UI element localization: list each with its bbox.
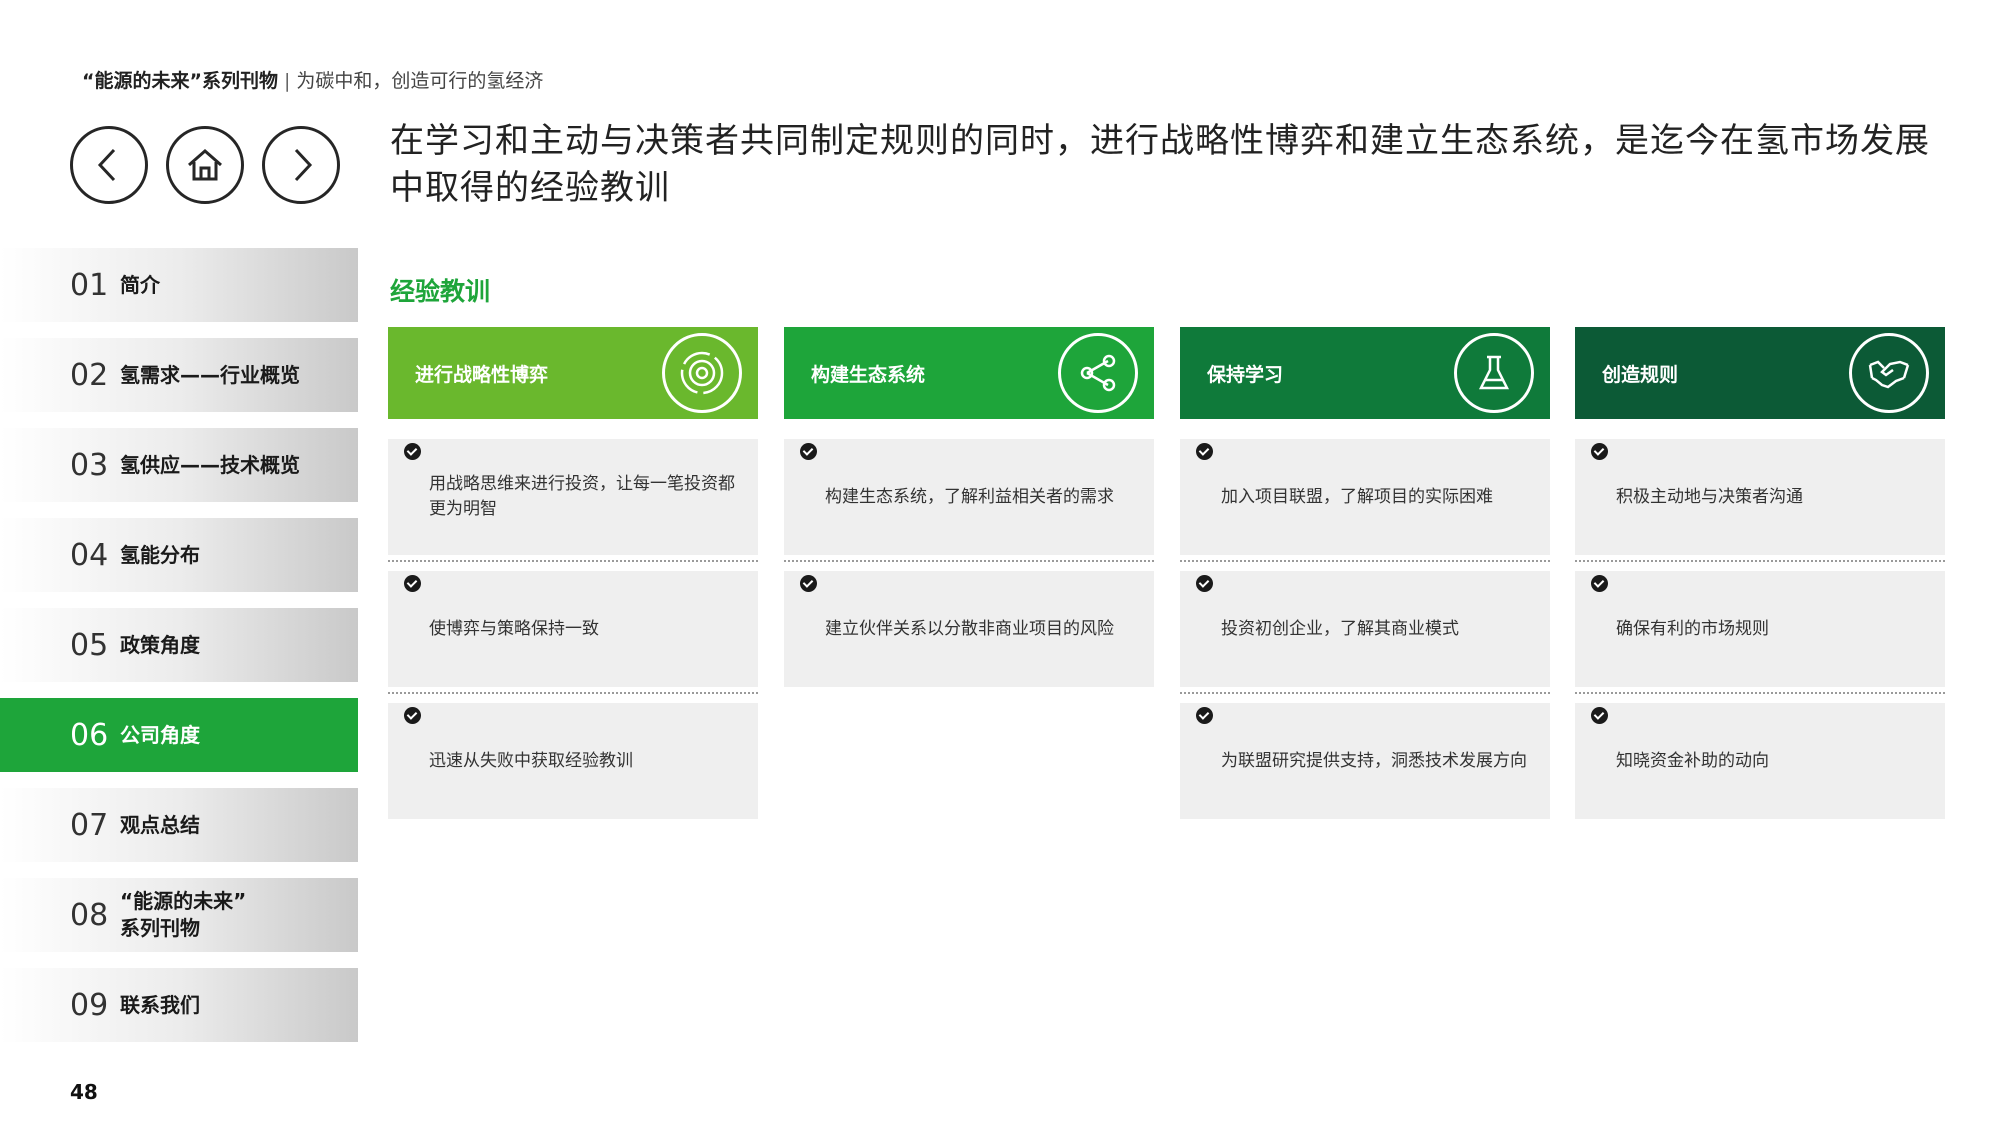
sidebar-item-contact[interactable]: 09 联系我们: [0, 968, 358, 1042]
column-header: 创造规则: [1575, 327, 1945, 419]
lesson-item: 积极主动地与决策者沟通: [1575, 439, 1945, 555]
sidebar-item-summary[interactable]: 07 观点总结: [0, 788, 358, 862]
chapter-label: 联系我们: [120, 992, 200, 1017]
chapter-number: 09: [70, 987, 109, 1023]
header-separator: |: [283, 70, 291, 92]
lesson-item: 用战略思维来进行投资，让每一笔投资都更为明智: [388, 439, 758, 555]
lesson-column-keep-learning: 保持学习 加入项目联盟，了解项目的实际困难 投资初创企业，了解其商业模式 为联盟…: [1180, 327, 1550, 819]
dotted-divider: [1575, 692, 1945, 694]
page-number: 48: [70, 1080, 98, 1104]
dotted-divider: [1180, 560, 1550, 562]
page-headline: 在学习和主动与决策者共同制定规则的同时，进行战略性博弈和建立生态系统，是迄今在氢…: [390, 121, 1930, 208]
chapter-number: 06: [70, 717, 109, 753]
check-circle-icon: [800, 575, 817, 592]
chapter-label-line1: “能源的未来”: [120, 889, 247, 913]
check-circle-icon: [404, 707, 421, 724]
check-circle-icon: [1591, 443, 1608, 460]
flask-icon: [1454, 333, 1534, 413]
sidebar-item-demand[interactable]: 02 氢需求——行业概览: [0, 338, 358, 412]
lesson-item: 加入项目联盟，了解项目的实际困难: [1180, 439, 1550, 555]
sidebar-item-distribution[interactable]: 04 氢能分布: [0, 518, 358, 592]
lesson-item: 知晓资金补助的动向: [1575, 703, 1945, 819]
chapter-number: 05: [70, 627, 109, 663]
column-header: 构建生态系统: [784, 327, 1154, 419]
navigation-buttons: [70, 126, 340, 204]
check-circle-icon: [1591, 575, 1608, 592]
series-title: “能源的未来”系列刊物: [82, 70, 278, 92]
share-icon: [1058, 333, 1138, 413]
lesson-item: 建立伙伴关系以分散非商业项目的风险: [784, 571, 1154, 687]
column-header: 进行战略性博弈: [388, 327, 758, 419]
check-circle-icon: [404, 443, 421, 460]
home-button[interactable]: [166, 126, 244, 204]
chapter-label: 政策角度: [120, 632, 200, 657]
check-circle-icon: [1196, 443, 1213, 460]
lesson-item: 使博弈与策略保持一致: [388, 571, 758, 687]
dotted-divider: [388, 560, 758, 562]
target-icon: [662, 333, 742, 413]
check-circle-icon: [1591, 707, 1608, 724]
handshake-icon: [1849, 333, 1929, 413]
column-title: 保持学习: [1207, 363, 1284, 386]
home-icon: [188, 149, 222, 181]
dotted-divider: [1575, 560, 1945, 562]
lesson-item: 投资初创企业，了解其商业模式: [1180, 571, 1550, 687]
chapter-number: 02: [70, 357, 109, 393]
column-title: 构建生态系统: [811, 363, 926, 386]
sidebar-item-intro[interactable]: 01 简介: [0, 248, 358, 322]
chapter-number: 01: [70, 267, 109, 303]
chapter-number: 03: [70, 447, 109, 483]
lesson-item: 迅速从失败中获取经验教训: [388, 703, 758, 819]
check-circle-icon: [1196, 707, 1213, 724]
dotted-divider: [784, 560, 1154, 562]
dotted-divider: [1180, 692, 1550, 694]
chevron-right-icon: [294, 148, 313, 182]
lesson-column-strategic-play: 进行战略性博弈 用战略思维来进行投资，让每一笔投资都更为明智 使博弈与策略保持一…: [388, 327, 758, 819]
chevron-left-icon: [97, 148, 116, 182]
column-title: 创造规则: [1602, 363, 1679, 386]
lesson-item: 为联盟研究提供支持，洞悉技术发展方向: [1180, 703, 1550, 819]
check-circle-icon: [404, 575, 421, 592]
column-title: 进行战略性博弈: [415, 363, 549, 386]
back-button[interactable]: [70, 126, 148, 204]
chapter-label: 公司角度: [120, 722, 200, 747]
chapter-label: 氢能分布: [120, 542, 200, 567]
sidebar-item-supply[interactable]: 03 氢供应——技术概览: [0, 428, 358, 502]
chapter-label: 简介: [120, 272, 160, 297]
lesson-column-create-rules: 创造规则 积极主动地与决策者沟通 确保有利的市场规则 知晓资金补助的动向: [1575, 327, 1945, 819]
publication-header: “能源的未来”系列刊物 | 为碳中和，创造可行的氢经济: [82, 66, 543, 93]
lesson-column-ecosystem: 构建生态系统 构建生态系统，了解利益相关者的需求 建立伙伴关系以分散非商业项目的…: [784, 327, 1154, 687]
sidebar-item-company[interactable]: 06 公司角度: [0, 698, 358, 772]
chapter-label: 氢供应——技术概览: [120, 452, 300, 477]
publication-subtitle: 为碳中和，创造可行的氢经济: [296, 70, 544, 92]
lesson-item: 构建生态系统，了解利益相关者的需求: [784, 439, 1154, 555]
dotted-divider: [388, 692, 758, 694]
sidebar-item-policy[interactable]: 05 政策角度: [0, 608, 358, 682]
chapter-label: 观点总结: [120, 812, 200, 837]
chapter-number: 04: [70, 537, 109, 573]
sidebar-item-series[interactable]: 08 “能源的未来” 系列刊物: [0, 878, 358, 952]
chapter-number: 07: [70, 807, 109, 843]
section-title: 经验教训: [390, 277, 491, 306]
chapter-number: 08: [70, 897, 109, 933]
forward-button[interactable]: [262, 126, 340, 204]
chapter-label: “能源的未来” 系列刊物: [120, 888, 246, 942]
check-circle-icon: [800, 443, 817, 460]
check-circle-icon: [1196, 575, 1213, 592]
chapter-sidebar: 01 简介 02 氢需求——行业概览 03 氢供应——技术概览 04 氢能分布 …: [0, 248, 358, 1058]
lesson-item: 确保有利的市场规则: [1575, 571, 1945, 687]
chapter-label: 氢需求——行业概览: [120, 362, 300, 387]
chapter-label-line2: 系列刊物: [120, 916, 200, 940]
column-header: 保持学习: [1180, 327, 1550, 419]
